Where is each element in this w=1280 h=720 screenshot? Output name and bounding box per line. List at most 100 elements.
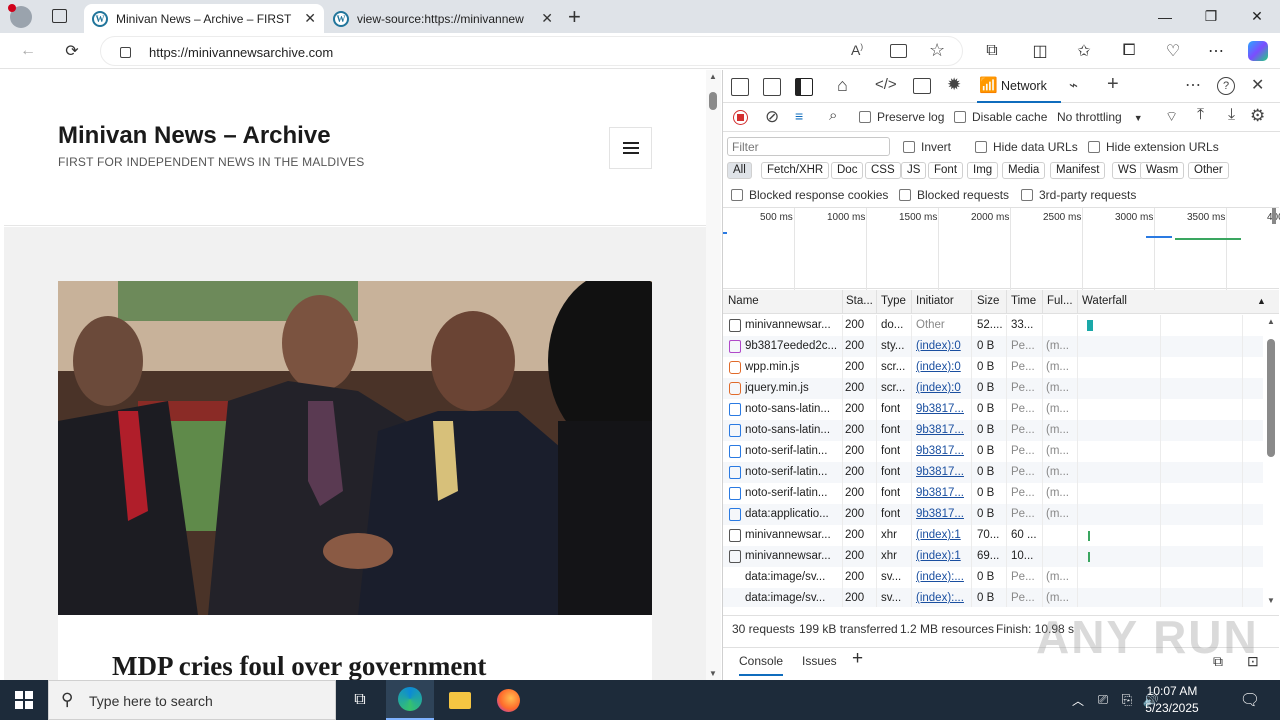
elements-icon[interactable]: </> xyxy=(875,76,897,93)
table-row[interactable]: data:image/sv... 200 sv... (index):... 0 B Pe… xyxy=(723,588,1263,607)
help-icon[interactable]: ? xyxy=(1217,77,1235,95)
tab-network[interactable]: 📶 Network xyxy=(977,70,1061,103)
third-party-requests-checkbox[interactable]: 3rd-party requests xyxy=(1021,188,1136,202)
cell-initiator[interactable]: (index):1 xyxy=(916,550,961,562)
filter-chip-fetch-xhr[interactable]: Fetch/XHR xyxy=(761,162,830,179)
col-header-initiator[interactable]: Initiator xyxy=(916,295,954,307)
table-row[interactable]: data:applicatio... 200 font 9b3817... 0 B Pe.… xyxy=(723,504,1263,525)
timeline-selection-handle[interactable] xyxy=(1272,208,1276,224)
filter-chip-other[interactable]: Other xyxy=(1188,162,1229,179)
url-text[interactable]: https://minivannewsarchive.com xyxy=(149,45,333,60)
cell-initiator[interactable]: 9b3817... xyxy=(916,445,964,457)
col-header-status[interactable]: Sta... xyxy=(846,295,873,307)
hide-data-urls-checkbox[interactable]: Hide data URLs xyxy=(975,140,1078,154)
clear-icon[interactable]: ⊘ xyxy=(765,107,779,127)
table-row[interactable]: noto-sans-latin... 200 font 9b3817... 0 B Pe.… xyxy=(723,399,1263,420)
preserve-log-checkbox[interactable]: Preserve log xyxy=(859,110,944,124)
filter-chip-js[interactable]: JS xyxy=(901,162,927,179)
blocked-response-cookies-checkbox[interactable]: Blocked response cookies xyxy=(731,188,888,202)
cell-initiator[interactable]: (index):... xyxy=(916,592,964,604)
network-settings-gear-icon[interactable]: ⚙ xyxy=(1250,106,1265,126)
close-window-button[interactable]: ✕ xyxy=(1234,0,1280,33)
tab-actions-icon[interactable] xyxy=(52,9,67,23)
drawer-tab-console[interactable]: Console xyxy=(739,654,784,676)
table-row[interactable]: noto-sans-latin... 200 font 9b3817... 0 B Pe.… xyxy=(723,420,1263,441)
table-row[interactable]: data:image/sv... 200 sv... (index):... 0 B Pe… xyxy=(723,567,1263,588)
table-row[interactable]: noto-serif-latin... 200 font 9b3817... 0 B Pe… xyxy=(723,441,1263,462)
file-explorer-icon[interactable] xyxy=(436,680,484,720)
dock-side-icon[interactable] xyxy=(795,78,813,96)
col-header-type[interactable]: Type xyxy=(881,295,906,307)
article-title[interactable]: MDP cries foul over government xyxy=(112,651,486,680)
table-row[interactable]: noto-serif-latin... 200 font 9b3817... 0 B Pe… xyxy=(723,483,1263,504)
cell-initiator[interactable]: (index):... xyxy=(916,571,964,583)
new-tab-button[interactable]: + xyxy=(568,4,581,30)
notifications-icon[interactable]: 🗨 xyxy=(1226,680,1274,720)
add-drawer-tab-icon[interactable]: + xyxy=(852,648,863,670)
start-button[interactable] xyxy=(0,680,48,720)
cell-initiator[interactable]: (index):0 xyxy=(916,382,961,394)
site-title[interactable]: Minivan News – Archive xyxy=(58,122,331,150)
record-stop-icon[interactable] xyxy=(733,110,748,125)
meet-now-icon[interactable]: ⎚ xyxy=(1090,680,1116,720)
more-options-icon[interactable]: ⋯ xyxy=(1202,37,1230,65)
table-row[interactable]: minivannewsar... 200 do... Other 52.... 33... xyxy=(723,315,1263,336)
cell-initiator[interactable]: (index):0 xyxy=(916,361,961,373)
task-view-icon[interactable]: ⧉ xyxy=(336,680,384,720)
table-row[interactable]: minivannewsar... 200 xhr (index):1 70... 60 .… xyxy=(723,525,1263,546)
table-row[interactable]: 9b3817eeded2c... 200 sty... (index):0 0 B Pe.… xyxy=(723,336,1263,357)
filter-toggle-icon[interactable]: ≡ xyxy=(795,108,803,124)
invert-checkbox[interactable]: Invert xyxy=(903,140,951,154)
blocked-requests-checkbox[interactable]: Blocked requests xyxy=(899,188,1009,202)
page-scrollbar[interactable]: ▲ ▼ xyxy=(706,70,721,680)
col-header-fulfilled[interactable]: Ful... xyxy=(1047,295,1073,307)
edge-taskbar-icon[interactable] xyxy=(386,680,434,720)
cell-initiator[interactable]: (index):1 xyxy=(916,529,961,541)
table-row[interactable]: wpp.min.js 200 scr... (index):0 0 B Pe... (m..… xyxy=(723,357,1263,378)
network-overview-timeline[interactable]: 500 ms 1000 ms 1500 ms 2000 ms 2500 ms 3… xyxy=(723,207,1280,290)
export-har-icon[interactable]: ⤓ xyxy=(1228,106,1235,124)
network-conditions-icon[interactable]: ⌔ xyxy=(1165,108,1178,126)
filter-chip-css[interactable]: CSS xyxy=(865,162,901,179)
add-panel-icon[interactable]: + xyxy=(1107,73,1119,96)
filter-chip-all[interactable]: All xyxy=(727,162,752,179)
more-tools-icon[interactable]: ⋯ xyxy=(1185,75,1201,95)
hamburger-menu-button[interactable] xyxy=(609,127,652,169)
featured-image[interactable] xyxy=(58,281,652,615)
maximize-button[interactable]: ❐ xyxy=(1188,0,1234,33)
console-icon[interactable] xyxy=(913,78,931,94)
throttling-select[interactable]: No throttling ▼ xyxy=(1057,110,1143,124)
requests-scrollbar[interactable]: ▲ ▼ xyxy=(1263,315,1279,607)
tab-minivan-news[interactable]: W Minivan News – Archive – FIRST F ✕ xyxy=(84,4,324,33)
read-aloud-icon[interactable]: A) xyxy=(851,42,863,58)
close-tab-icon[interactable]: ✕ xyxy=(535,10,553,27)
sources-bug-icon[interactable]: ✹ xyxy=(947,75,961,95)
device-emulation-icon[interactable] xyxy=(763,78,781,96)
refresh-button[interactable]: ⟳ xyxy=(58,37,86,65)
table-row[interactable]: minivannewsar... 200 xhr (index):1 69... 10..… xyxy=(723,546,1263,567)
filter-chip-wasm[interactable]: Wasm xyxy=(1140,162,1185,179)
filter-chip-doc[interactable]: Doc xyxy=(831,162,864,179)
table-row[interactable]: jquery.min.js 200 scr... (index):0 0 B Pe... (… xyxy=(723,378,1263,399)
col-header-size[interactable]: Size xyxy=(977,295,999,307)
filter-chip-ws[interactable]: WS xyxy=(1112,162,1143,179)
filter-chip-media[interactable]: Media xyxy=(1002,162,1046,179)
cell-initiator[interactable]: 9b3817... xyxy=(916,403,964,415)
drawer-tab-issues[interactable]: Issues xyxy=(802,654,837,668)
profile-avatar[interactable] xyxy=(8,4,32,28)
scrollbar-thumb[interactable] xyxy=(1267,339,1275,457)
scrollbar-thumb[interactable] xyxy=(709,92,717,110)
minimize-button[interactable]: — xyxy=(1142,0,1188,33)
cell-initiator[interactable]: 9b3817... xyxy=(916,487,964,499)
filter-input[interactable]: Filter xyxy=(727,137,890,156)
filter-chip-img[interactable]: Img xyxy=(967,162,999,179)
taskbar-clock[interactable]: 10:07 AM 5/23/2025 xyxy=(1132,683,1212,717)
search-icon[interactable]: ⌕ xyxy=(829,107,837,124)
firefox-icon[interactable] xyxy=(484,680,532,720)
filter-chip-font[interactable]: Font xyxy=(928,162,964,179)
filter-chip-manifest[interactable]: Manifest xyxy=(1050,162,1106,179)
cell-initiator[interactable]: 9b3817... xyxy=(916,466,964,478)
performance-icon[interactable]: ⌁ xyxy=(1069,76,1078,94)
lock-icon[interactable] xyxy=(120,47,131,58)
col-header-waterfall[interactable]: Waterfall xyxy=(1082,295,1127,307)
